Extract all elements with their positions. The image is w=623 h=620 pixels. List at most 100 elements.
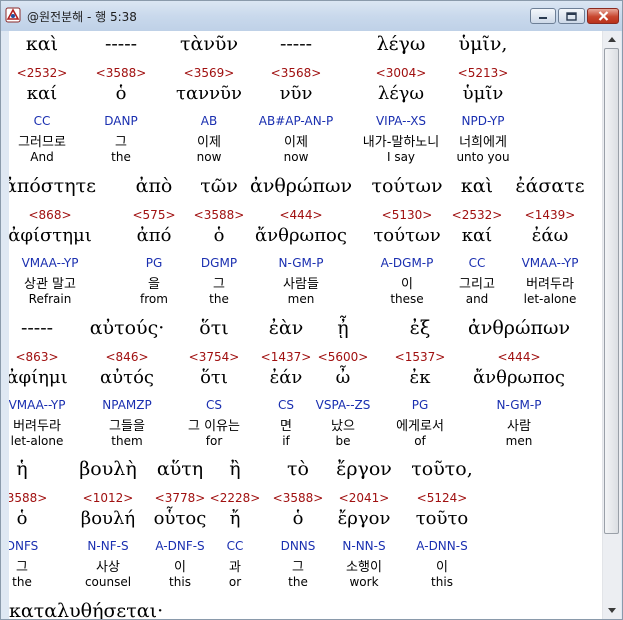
lemma: ἤ bbox=[229, 508, 241, 529]
close-icon bbox=[598, 11, 608, 21]
parse-code: CC bbox=[226, 539, 244, 553]
greek-word[interactable]: ᾖ bbox=[337, 317, 348, 339]
greek-word[interactable]: λέγω bbox=[377, 33, 426, 55]
lemma: ἀπό bbox=[136, 225, 172, 246]
strong-number: <1437> bbox=[260, 350, 312, 364]
greek-word[interactable]: ἀνθρώπων bbox=[468, 317, 570, 339]
english-gloss: the bbox=[111, 150, 131, 164]
greek-word[interactable]: ἔργον bbox=[336, 458, 392, 480]
scroll-down-button[interactable] bbox=[603, 602, 621, 619]
parse-code: VMAA--YP bbox=[21, 256, 79, 270]
greek-word[interactable]: τὰνῦν bbox=[180, 33, 238, 55]
english-gloss: or bbox=[228, 575, 242, 589]
parse-code: DNFS bbox=[9, 539, 39, 553]
lemma: λέγω bbox=[377, 83, 425, 104]
english-gloss: let-alone bbox=[10, 434, 64, 448]
parse-code: PG bbox=[411, 398, 429, 412]
parse-code: AB#AP-AN-P bbox=[258, 114, 334, 128]
greek-word[interactable]: αὐτούς· bbox=[90, 317, 165, 339]
greek-word[interactable]: ὑμῖν, bbox=[459, 33, 508, 55]
greek-word[interactable]: ἀπὸ bbox=[136, 175, 173, 197]
korean-gloss: 과 bbox=[229, 560, 241, 575]
close-button[interactable] bbox=[587, 8, 619, 24]
greek-word[interactable]: τοῦτο, bbox=[411, 458, 473, 480]
title-bar[interactable]: @원전분해 - 행 5:38 bbox=[1, 1, 622, 31]
scrollbar-thumb[interactable] bbox=[604, 48, 619, 534]
strong-number: <5130> bbox=[381, 208, 433, 222]
greek-word[interactable]: ----- bbox=[280, 33, 312, 55]
lemma: ἄνθρωπος bbox=[473, 367, 565, 388]
korean-gloss: 버려두라 bbox=[13, 419, 61, 434]
strong-number: <3588> bbox=[9, 491, 48, 505]
greek-word[interactable]: ἐξ bbox=[410, 317, 431, 339]
strong-number: <863> bbox=[15, 350, 59, 364]
parse-code: VSPA--ZS bbox=[315, 398, 371, 412]
greek-word[interactable]: ἀπόστητε bbox=[9, 175, 96, 197]
greek-word[interactable]: τῶν bbox=[200, 175, 238, 197]
lemma: ταννῦν bbox=[176, 83, 242, 104]
korean-gloss: 사람들 bbox=[283, 277, 319, 292]
strong-number: <5124> bbox=[416, 491, 468, 505]
minimize-button[interactable] bbox=[530, 8, 556, 24]
greek-word[interactable]: ἡ bbox=[16, 458, 27, 480]
greek-word[interactable]: ----- bbox=[21, 317, 53, 339]
greek-word[interactable]: αὕτη bbox=[157, 458, 203, 480]
greek-word[interactable]: ἢ bbox=[229, 458, 240, 480]
lemma: ὁ bbox=[115, 83, 127, 104]
english-gloss: these bbox=[390, 292, 424, 306]
strong-number: <1012> bbox=[82, 491, 134, 505]
korean-gloss: 그러므로 bbox=[18, 135, 66, 150]
greek-word[interactable]: ἀνθρώπων bbox=[250, 175, 352, 197]
greek-word[interactable]: τὸ bbox=[287, 458, 309, 480]
strong-number: <2532> bbox=[451, 208, 503, 222]
window-title: @원전분해 - 행 5:38 bbox=[27, 10, 137, 24]
korean-gloss: 사람 bbox=[507, 419, 531, 434]
parse-code: N-GM-P bbox=[278, 256, 324, 270]
lemma: ἄνθρωπος bbox=[255, 225, 347, 246]
korean-gloss: 그 bbox=[16, 560, 28, 575]
english-gloss: the bbox=[209, 292, 229, 306]
english-gloss: this bbox=[169, 575, 191, 589]
greek-word[interactable]: τούτων bbox=[371, 175, 442, 197]
korean-gloss: 그들을 bbox=[109, 419, 145, 434]
strong-number: <444> bbox=[497, 350, 541, 364]
english-gloss: And bbox=[30, 150, 54, 164]
strong-number: <3588> bbox=[95, 66, 147, 80]
strong-number: <3588> bbox=[272, 491, 324, 505]
greek-word[interactable]: καὶ bbox=[26, 33, 58, 55]
greek-word[interactable]: καὶ bbox=[461, 175, 493, 197]
english-gloss: I say bbox=[386, 150, 416, 164]
greek-word[interactable]: βουλὴ bbox=[79, 458, 136, 480]
greek-word[interactable]: ἐὰν bbox=[269, 317, 304, 339]
lemma: ἐάν bbox=[269, 367, 303, 388]
english-gloss: Refrain bbox=[28, 292, 72, 306]
analysis-text-area[interactable]: καταλυθήσεται· καὶ <2532> καί CC 그러므로 And ----… bbox=[9, 31, 602, 619]
lemma: ἀφίστημι bbox=[9, 225, 92, 246]
app-window: @원전분해 - 행 5:38 καταλυθήσεται· καὶ <2532> κ… bbox=[0, 0, 623, 620]
parse-code: CS bbox=[206, 398, 222, 412]
korean-gloss: 그 bbox=[213, 277, 225, 292]
lemma: τοῦτο bbox=[415, 508, 469, 529]
trailing-greek-line: καταλυθήσεται· bbox=[9, 600, 164, 619]
english-gloss: the bbox=[288, 575, 308, 589]
lemma: οὗτος bbox=[153, 508, 207, 529]
lemma: ἀφίημι bbox=[9, 367, 68, 388]
lemma: βουλή bbox=[80, 508, 136, 529]
maximize-icon bbox=[566, 11, 577, 21]
parse-code: DNNS bbox=[280, 539, 316, 553]
english-gloss: men bbox=[287, 292, 315, 306]
greek-word[interactable]: ----- bbox=[105, 33, 137, 55]
lemma: νῦν bbox=[279, 83, 313, 104]
app-logo-icon[interactable] bbox=[5, 7, 21, 23]
strong-number: <575> bbox=[132, 208, 176, 222]
parse-code: VMAA--YP bbox=[521, 256, 579, 270]
minimize-icon bbox=[539, 17, 547, 19]
greek-word[interactable]: ὅτι bbox=[199, 317, 228, 339]
lemma: ὦ bbox=[335, 367, 351, 388]
vertical-scrollbar[interactable] bbox=[602, 31, 621, 619]
scroll-up-button[interactable] bbox=[603, 31, 621, 48]
maximize-button[interactable] bbox=[558, 8, 585, 24]
english-gloss: and bbox=[465, 292, 489, 306]
english-gloss: from bbox=[140, 292, 168, 306]
greek-word[interactable]: ἐάσατε bbox=[515, 175, 584, 197]
